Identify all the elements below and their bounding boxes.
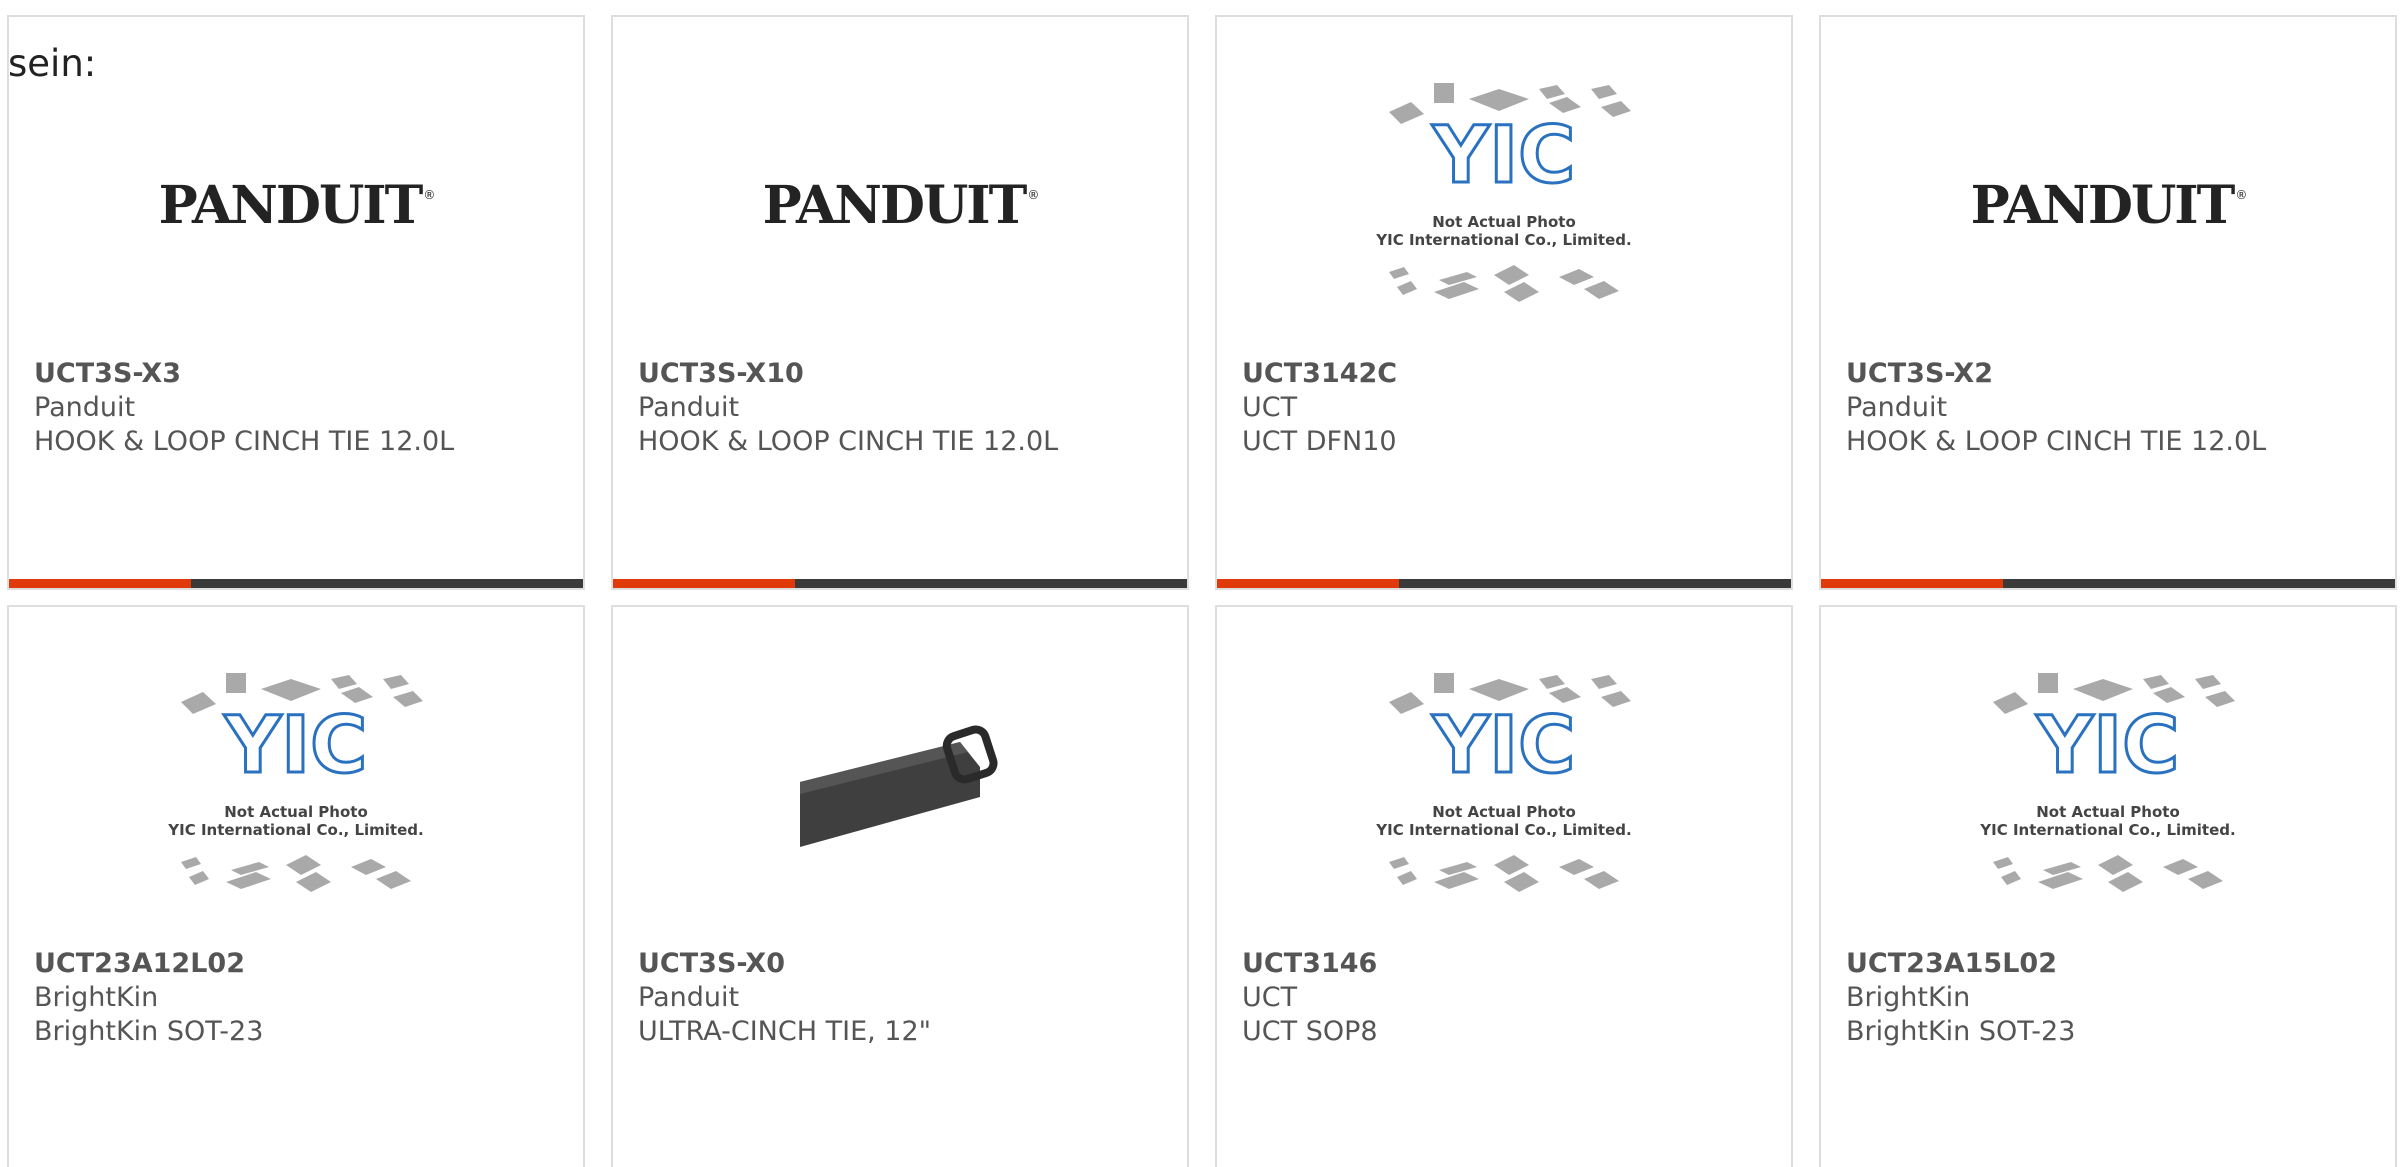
leading-text: sein: (8, 42, 97, 85)
product-image[interactable]: YIC Not Actual Photo YIC International C… (1217, 667, 1791, 947)
product-image[interactable]: YIC Not Actual Photo YIC International C… (1821, 667, 2395, 947)
svg-text:YIC International Co., Limited: YIC International Co., Limited. (1375, 821, 1631, 839)
manufacturer: Panduit (638, 982, 740, 1013)
manufacturer: Panduit (1846, 392, 1948, 423)
product-image[interactable]: PANDUIT ® (9, 77, 583, 357)
card-footer-bar (9, 579, 583, 588)
description: HOOK & LOOP CINCH TIE 12.0L (34, 426, 455, 457)
product-card[interactable]: PANDUIT ® UCT3S-X3 Panduit HOOK & LOOP CI… (7, 15, 585, 590)
manufacturer: UCT (1242, 392, 1298, 423)
card-footer-bar (613, 579, 1187, 588)
description: ULTRA-CINCH TIE, 12" (638, 1016, 932, 1047)
part-number[interactable]: UCT3S-X3 (34, 357, 454, 391)
description: BrightKin SOT-23 (34, 1016, 264, 1047)
product-card[interactable]: YIC Not Actual Photo YIC International C… (1819, 605, 2397, 1167)
yic-placeholder-icon: YIC Not Actual Photo YIC International C… (1375, 83, 1632, 302)
yic-placeholder-icon: YIC Not Actual Photo YIC International C… (1375, 673, 1632, 892)
part-number[interactable]: UCT3S-X0 (638, 947, 931, 981)
panduit-logo: PANDUIT ® (1970, 175, 2248, 236)
svg-text:Not Actual Photo: Not Actual Photo (1432, 213, 1576, 231)
svg-text:YIC International Co., Limited: YIC International Co., Limited. (167, 821, 423, 839)
product-card[interactable]: PANDUIT ® UCT3S-X2 Panduit HOOK & LOOP CI… (1819, 15, 2397, 590)
svg-text:YIC: YIC (1432, 701, 1576, 791)
description: UCT SOP8 (1242, 1016, 1378, 1047)
description: UCT DFN10 (1242, 426, 1397, 457)
card-footer-bar (1821, 579, 2395, 588)
card-footer-bar (1217, 579, 1791, 588)
part-number[interactable]: UCT3S-X2 (1846, 357, 2266, 391)
part-number[interactable]: UCT3S-X10 (638, 357, 1058, 391)
part-number[interactable]: UCT23A15L02 (1846, 947, 2075, 981)
manufacturer: Panduit (34, 392, 136, 423)
manufacturer: Panduit (638, 392, 740, 423)
product-card[interactable]: YIC Not Actual Photo YIC International C… (1215, 15, 1793, 590)
svg-text:YIC: YIC (224, 701, 368, 791)
product-grid: PANDUIT ® UCT3S-X3 Panduit HOOK & LOOP CI… (7, 15, 2400, 1167)
cinch-strap-photo (800, 725, 998, 847)
product-image[interactable]: YIC Not Actual Photo YIC International C… (9, 667, 583, 947)
product-card[interactable]: PANDUIT ® UCT3S-X10 Panduit HOOK & LOOP C… (611, 15, 1189, 590)
product-image[interactable]: PANDUIT ® (1821, 77, 2395, 357)
part-number[interactable]: UCT23A12L02 (34, 947, 263, 981)
product-card[interactable]: UCT3S-X0 Panduit ULTRA-CINCH TIE, 12" (611, 605, 1189, 1167)
description: BrightKin SOT-23 (1846, 1016, 2076, 1047)
panduit-logo: PANDUIT ® (158, 175, 436, 236)
svg-text:Not Actual Photo: Not Actual Photo (224, 803, 368, 821)
svg-text:YIC: YIC (1432, 111, 1576, 201)
yic-placeholder-icon: YIC Not Actual Photo YIC International C… (1979, 673, 2236, 892)
svg-text:YIC: YIC (2036, 701, 2180, 791)
svg-text:YIC International Co., Limited: YIC International Co., Limited. (1375, 231, 1631, 249)
part-number[interactable]: UCT3142C (1242, 357, 1397, 391)
manufacturer: BrightKin (1846, 982, 1971, 1013)
product-image[interactable]: YIC Not Actual Photo YIC International C… (1217, 77, 1791, 357)
product-image[interactable] (613, 667, 1187, 947)
manufacturer: BrightKin (34, 982, 159, 1013)
panduit-logo: PANDUIT ® (762, 175, 1040, 236)
part-number[interactable]: UCT3146 (1242, 947, 1378, 981)
product-card[interactable]: YIC Not Actual Photo YIC International C… (7, 605, 585, 1167)
product-image[interactable]: PANDUIT ® (613, 77, 1187, 357)
description: HOOK & LOOP CINCH TIE 12.0L (1846, 426, 2267, 457)
description: HOOK & LOOP CINCH TIE 12.0L (638, 426, 1059, 457)
manufacturer: UCT (1242, 982, 1298, 1013)
svg-text:YIC International Co., Limited: YIC International Co., Limited. (1979, 821, 2235, 839)
svg-text:Not Actual Photo: Not Actual Photo (2036, 803, 2180, 821)
product-grid-page: sein: PANDUIT ® UCT3S-X3 Panduit HOOK & L… (0, 0, 2400, 1167)
product-card[interactable]: YIC Not Actual Photo YIC International C… (1215, 605, 1793, 1167)
yic-placeholder-icon: YIC Not Actual Photo YIC International C… (167, 673, 424, 892)
svg-text:Not Actual Photo: Not Actual Photo (1432, 803, 1576, 821)
